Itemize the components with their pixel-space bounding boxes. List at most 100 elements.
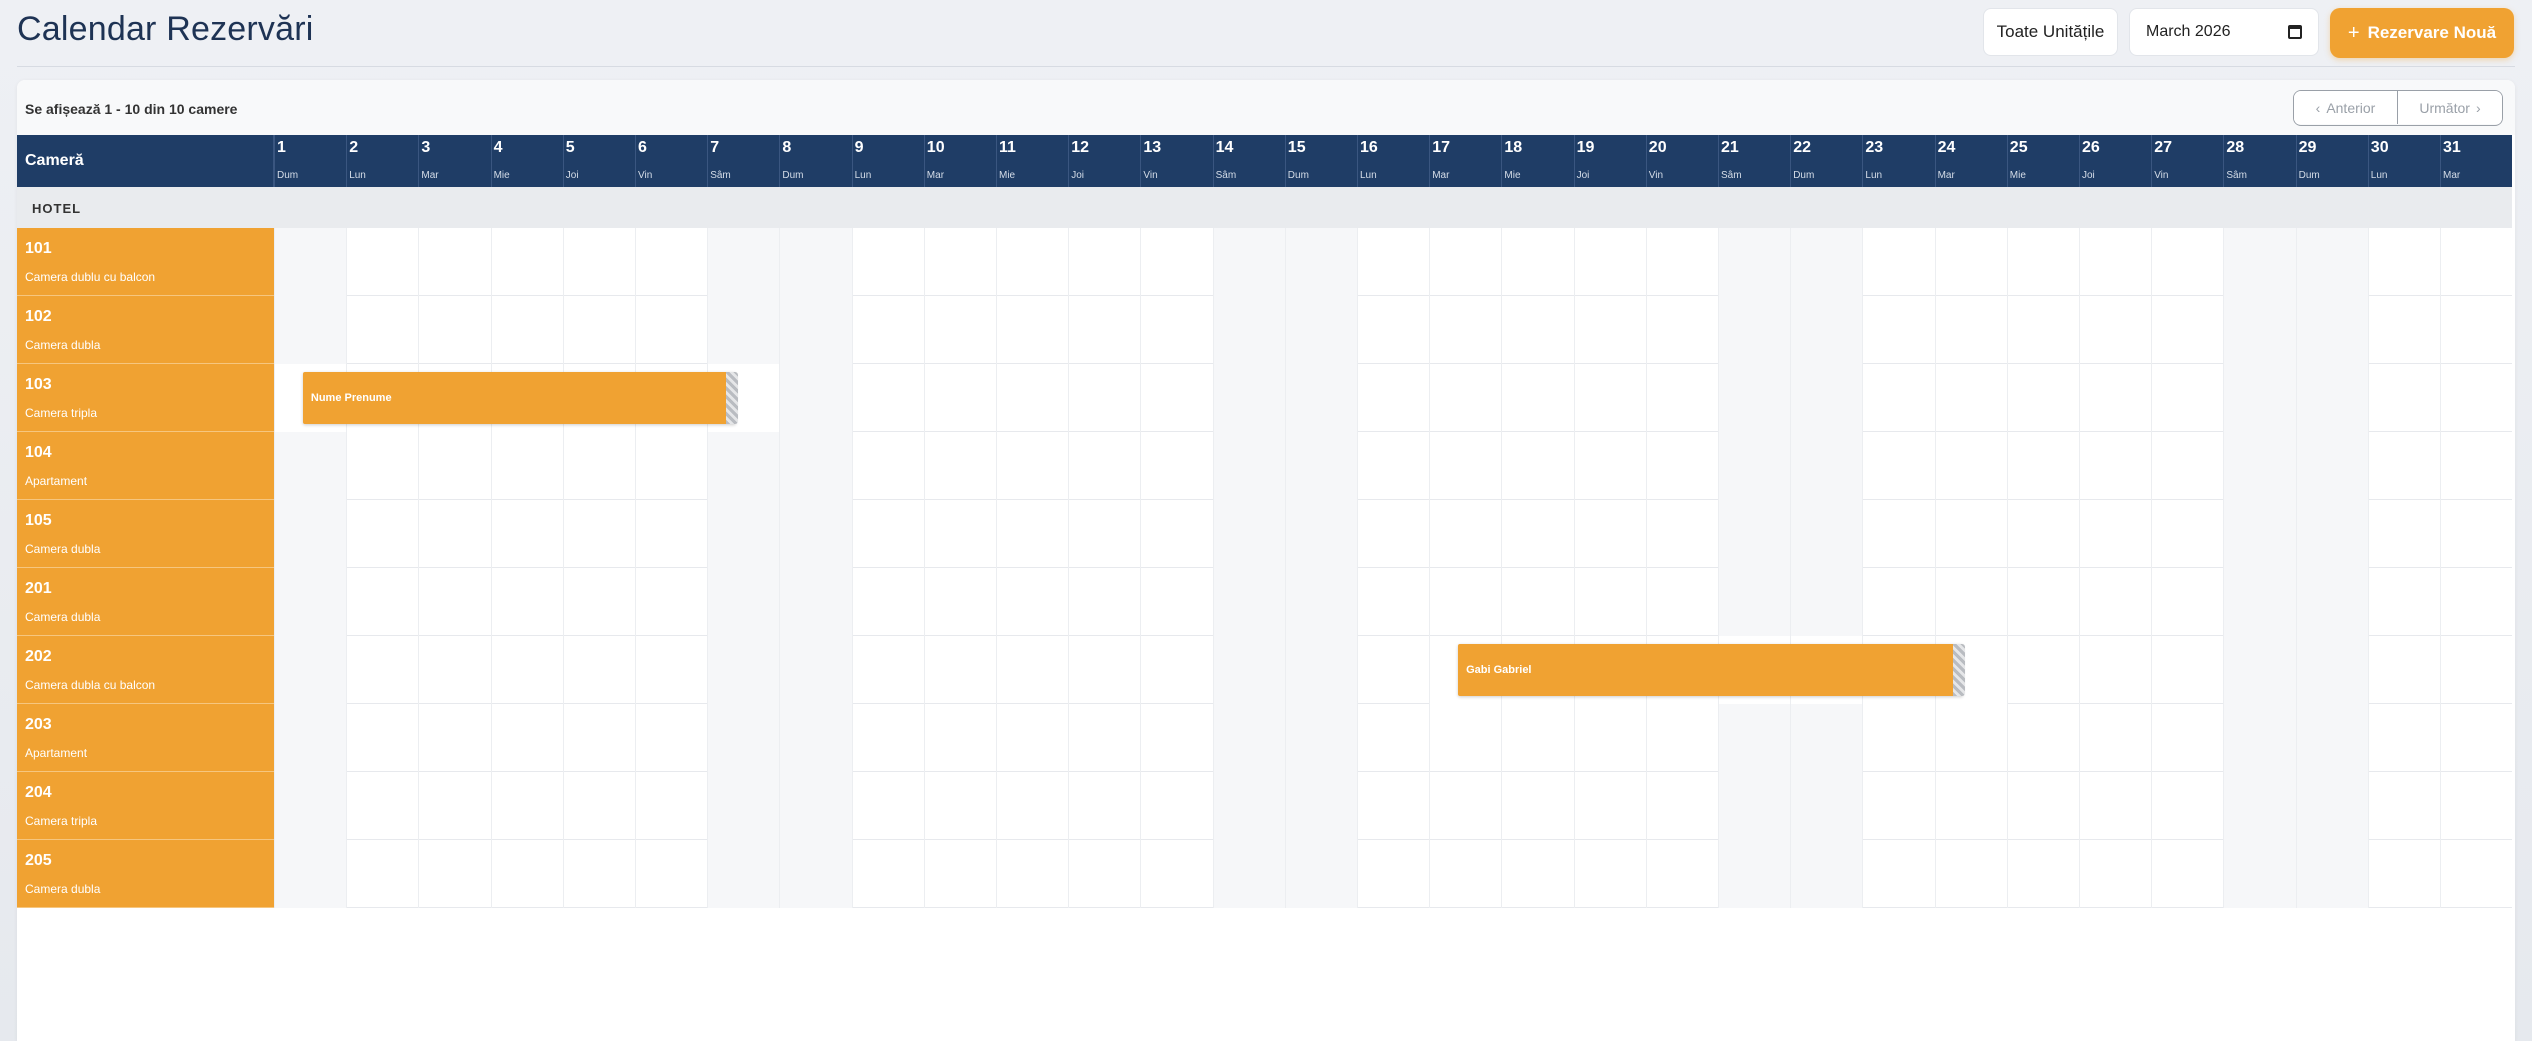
- day-cell[interactable]: [2006, 840, 2079, 908]
- day-cell[interactable]: [1790, 840, 1863, 908]
- day-cell[interactable]: [1068, 568, 1140, 636]
- day-cell[interactable]: [2006, 636, 2079, 704]
- day-cell[interactable]: [996, 296, 1068, 364]
- day-cell[interactable]: [635, 704, 707, 772]
- day-cell[interactable]: [635, 568, 707, 636]
- day-cell[interactable]: [2006, 568, 2079, 636]
- day-cell[interactable]: [2367, 704, 2440, 772]
- day-cell[interactable]: [1212, 772, 1285, 840]
- day-cell[interactable]: [1718, 840, 1791, 908]
- day-cell[interactable]: [1573, 432, 1646, 500]
- day-cell[interactable]: [923, 568, 996, 636]
- day-cell[interactable]: [2440, 704, 2512, 772]
- day-cell[interactable]: [779, 228, 852, 296]
- room-cell[interactable]: 205 Camera dubla: [17, 840, 274, 908]
- day-cell[interactable]: [1429, 568, 1501, 636]
- day-cell[interactable]: [1140, 432, 1212, 500]
- day-cell[interactable]: [1140, 772, 1212, 840]
- day-cell[interactable]: [2367, 772, 2440, 840]
- day-cell[interactable]: [1934, 296, 2007, 364]
- day-cell[interactable]: [923, 432, 996, 500]
- day-cell[interactable]: [1429, 228, 1501, 296]
- day-cell[interactable]: [2295, 840, 2368, 908]
- day-cell[interactable]: [2367, 568, 2440, 636]
- day-cell[interactable]: [635, 432, 707, 500]
- day-cell[interactable]: [346, 704, 418, 772]
- day-cell[interactable]: [2079, 568, 2151, 636]
- day-cell[interactable]: [1645, 500, 1718, 568]
- day-cell[interactable]: [2367, 364, 2440, 432]
- day-cell[interactable]: [2079, 500, 2151, 568]
- day-cell[interactable]: [2006, 364, 2079, 432]
- day-cell[interactable]: [2223, 228, 2296, 296]
- day-cell[interactable]: [2006, 432, 2079, 500]
- day-cell[interactable]: [1862, 296, 1934, 364]
- day-cell[interactable]: [274, 568, 347, 636]
- unit-filter-select[interactable]: Toate Unitățile: [1983, 8, 2118, 56]
- day-cell[interactable]: [707, 840, 780, 908]
- day-cell[interactable]: [1429, 296, 1501, 364]
- day-cell[interactable]: [1862, 364, 1934, 432]
- day-cell[interactable]: [562, 704, 635, 772]
- day-cell[interactable]: [1357, 228, 1429, 296]
- day-cell[interactable]: [1429, 500, 1501, 568]
- day-cell[interactable]: [1212, 432, 1285, 500]
- day-cell[interactable]: [1068, 364, 1140, 432]
- room-cell[interactable]: 202 Camera dubla cu balcon: [17, 636, 274, 704]
- day-cell[interactable]: [2006, 296, 2079, 364]
- day-cell[interactable]: [1429, 432, 1501, 500]
- day-cell[interactable]: [418, 636, 490, 704]
- day-cell[interactable]: [2006, 228, 2079, 296]
- day-cell[interactable]: [779, 636, 852, 704]
- day-cell[interactable]: [490, 432, 563, 500]
- day-cell[interactable]: [1284, 296, 1357, 364]
- day-cell[interactable]: [779, 704, 852, 772]
- day-cell[interactable]: [2151, 228, 2223, 296]
- room-cell[interactable]: 201 Camera dubla: [17, 568, 274, 636]
- day-cell[interactable]: [1284, 228, 1357, 296]
- day-cell[interactable]: [1501, 364, 1573, 432]
- day-cell[interactable]: [2367, 840, 2440, 908]
- day-cell[interactable]: [2151, 568, 2223, 636]
- day-cell[interactable]: [1862, 840, 1934, 908]
- day-cell[interactable]: [1140, 704, 1212, 772]
- day-cell[interactable]: [1645, 840, 1718, 908]
- day-cell[interactable]: [1429, 840, 1501, 908]
- day-cell[interactable]: [1790, 296, 1863, 364]
- day-cell[interactable]: [851, 636, 924, 704]
- day-cell[interactable]: [346, 296, 418, 364]
- day-cell[interactable]: [851, 364, 924, 432]
- day-cell[interactable]: [2440, 228, 2512, 296]
- day-cell[interactable]: [2367, 296, 2440, 364]
- day-cell[interactable]: [490, 228, 563, 296]
- day-cell[interactable]: [2151, 432, 2223, 500]
- day-cell[interactable]: [1862, 432, 1934, 500]
- day-cell[interactable]: [1645, 568, 1718, 636]
- day-cell[interactable]: [635, 636, 707, 704]
- room-cell[interactable]: 203 Apartament: [17, 704, 274, 772]
- day-cell[interactable]: [2151, 772, 2223, 840]
- day-cell[interactable]: [1718, 704, 1791, 772]
- day-cell[interactable]: [1357, 432, 1429, 500]
- day-cell[interactable]: [274, 636, 347, 704]
- day-cell[interactable]: [1790, 772, 1863, 840]
- day-cell[interactable]: [851, 772, 924, 840]
- day-cell[interactable]: [418, 500, 490, 568]
- day-cell[interactable]: [2223, 772, 2296, 840]
- day-cell[interactable]: [490, 704, 563, 772]
- day-cell[interactable]: [418, 840, 490, 908]
- day-cell[interactable]: [1068, 228, 1140, 296]
- day-cell[interactable]: [346, 636, 418, 704]
- day-cell[interactable]: [1212, 296, 1285, 364]
- day-cell[interactable]: [779, 432, 852, 500]
- day-cell[interactable]: [1429, 772, 1501, 840]
- day-cell[interactable]: [779, 840, 852, 908]
- day-cell[interactable]: [274, 296, 347, 364]
- day-cell[interactable]: [274, 704, 347, 772]
- day-cell[interactable]: [1645, 364, 1718, 432]
- day-cell[interactable]: [851, 500, 924, 568]
- day-cell[interactable]: [1357, 568, 1429, 636]
- day-cell[interactable]: [996, 568, 1068, 636]
- day-cell[interactable]: [779, 500, 852, 568]
- day-cell[interactable]: [274, 772, 347, 840]
